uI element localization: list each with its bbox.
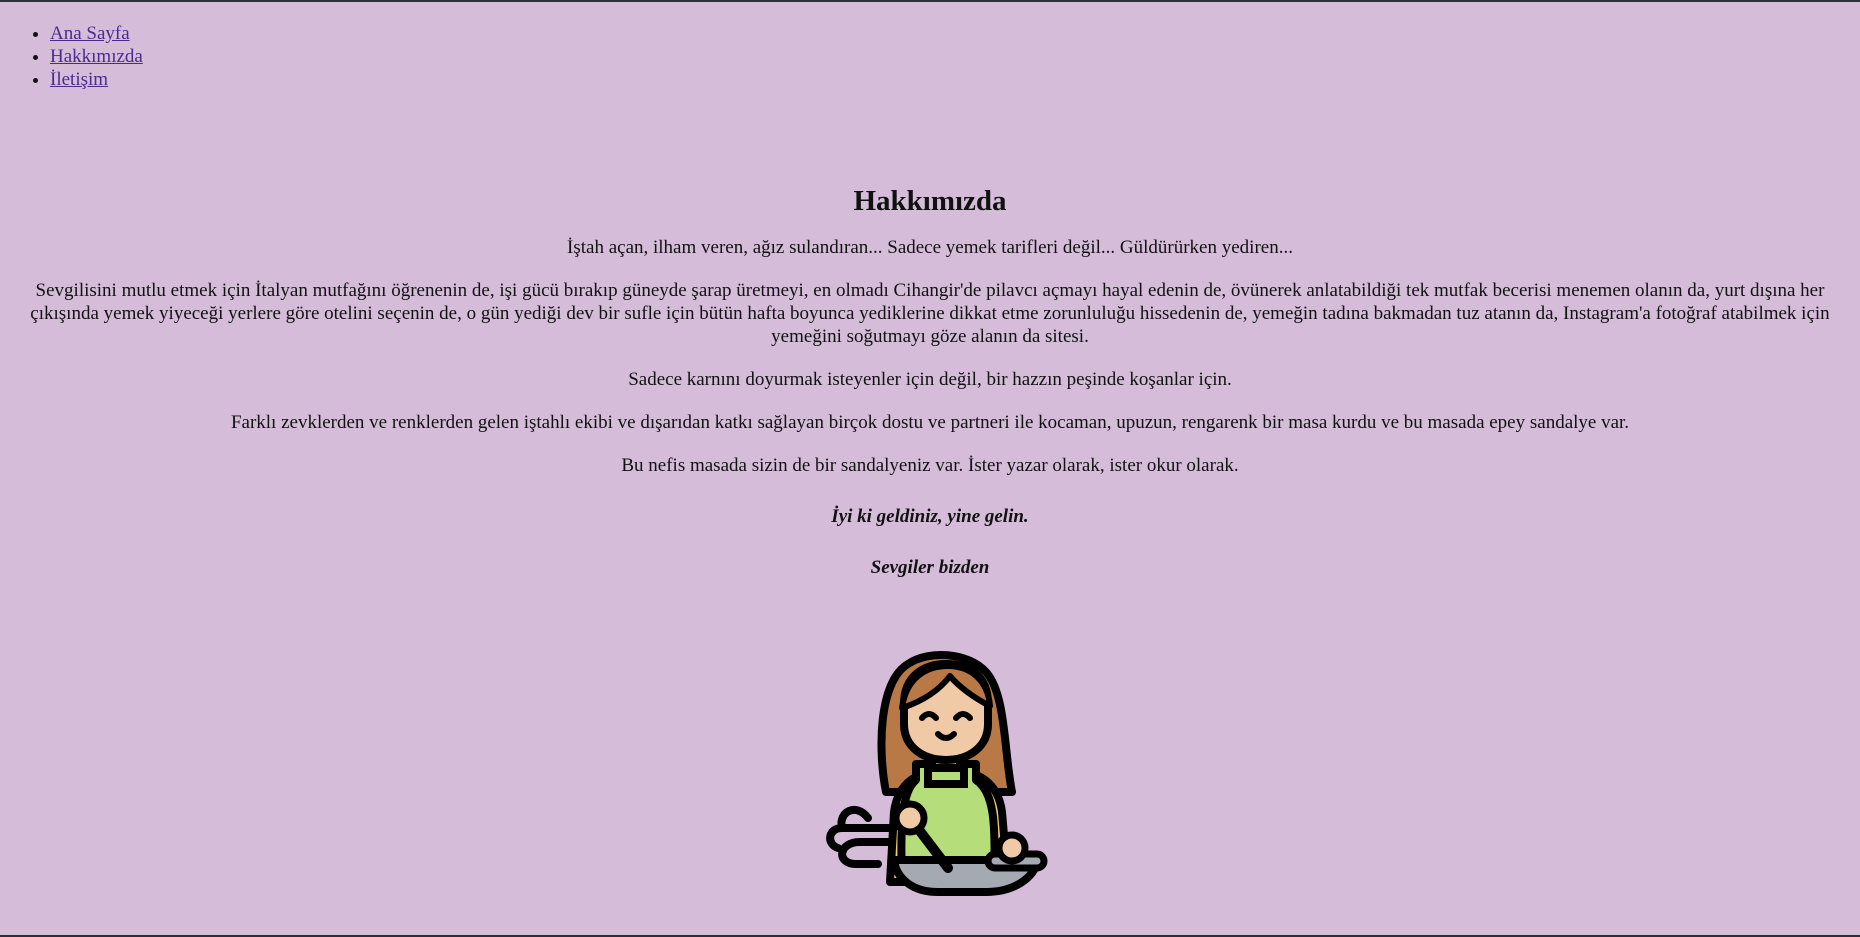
page-title: Hakkımızda bbox=[853, 185, 1007, 217]
nav-item-contact: İletişim bbox=[50, 68, 143, 91]
nav-list: Ana Sayfa Hakkımızda İletişim bbox=[0, 22, 143, 91]
chef-woman-cooking-icon bbox=[798, 642, 1054, 902]
signature-message: Sevgiler bizden bbox=[870, 557, 990, 578]
welcome-message: İyi ki geldiniz, yine gelin. bbox=[831, 506, 1029, 527]
nav-link-home[interactable]: Ana Sayfa bbox=[50, 23, 130, 44]
nav-item-about: Hakkımızda bbox=[50, 45, 143, 68]
description-paragraph: Sevgilisini mutlu etmek için İtalyan mut… bbox=[30, 280, 1830, 347]
intro-paragraph: İştah açan, ilham veren, ağız sulandıran… bbox=[567, 237, 1293, 258]
team-paragraph: Farklı zevklerden ve renklerden gelen iş… bbox=[230, 412, 1630, 433]
nav-link-about[interactable]: Hakkımızda bbox=[50, 46, 143, 67]
invitation-paragraph: Bu nefis masada sizin de bir sandalyeniz… bbox=[621, 455, 1239, 476]
about-section: Hakkımızda İştah açan, ilham veren, ağız… bbox=[0, 178, 1860, 607]
nav-item-home: Ana Sayfa bbox=[50, 22, 143, 45]
nav-link-contact[interactable]: İletişim bbox=[50, 69, 108, 90]
audience-paragraph: Sadece karnını doyurmak isteyenler için … bbox=[628, 369, 1232, 390]
main-navigation: Ana Sayfa Hakkımızda İletişim bbox=[0, 22, 143, 91]
window-top-border bbox=[0, 0, 1860, 2]
